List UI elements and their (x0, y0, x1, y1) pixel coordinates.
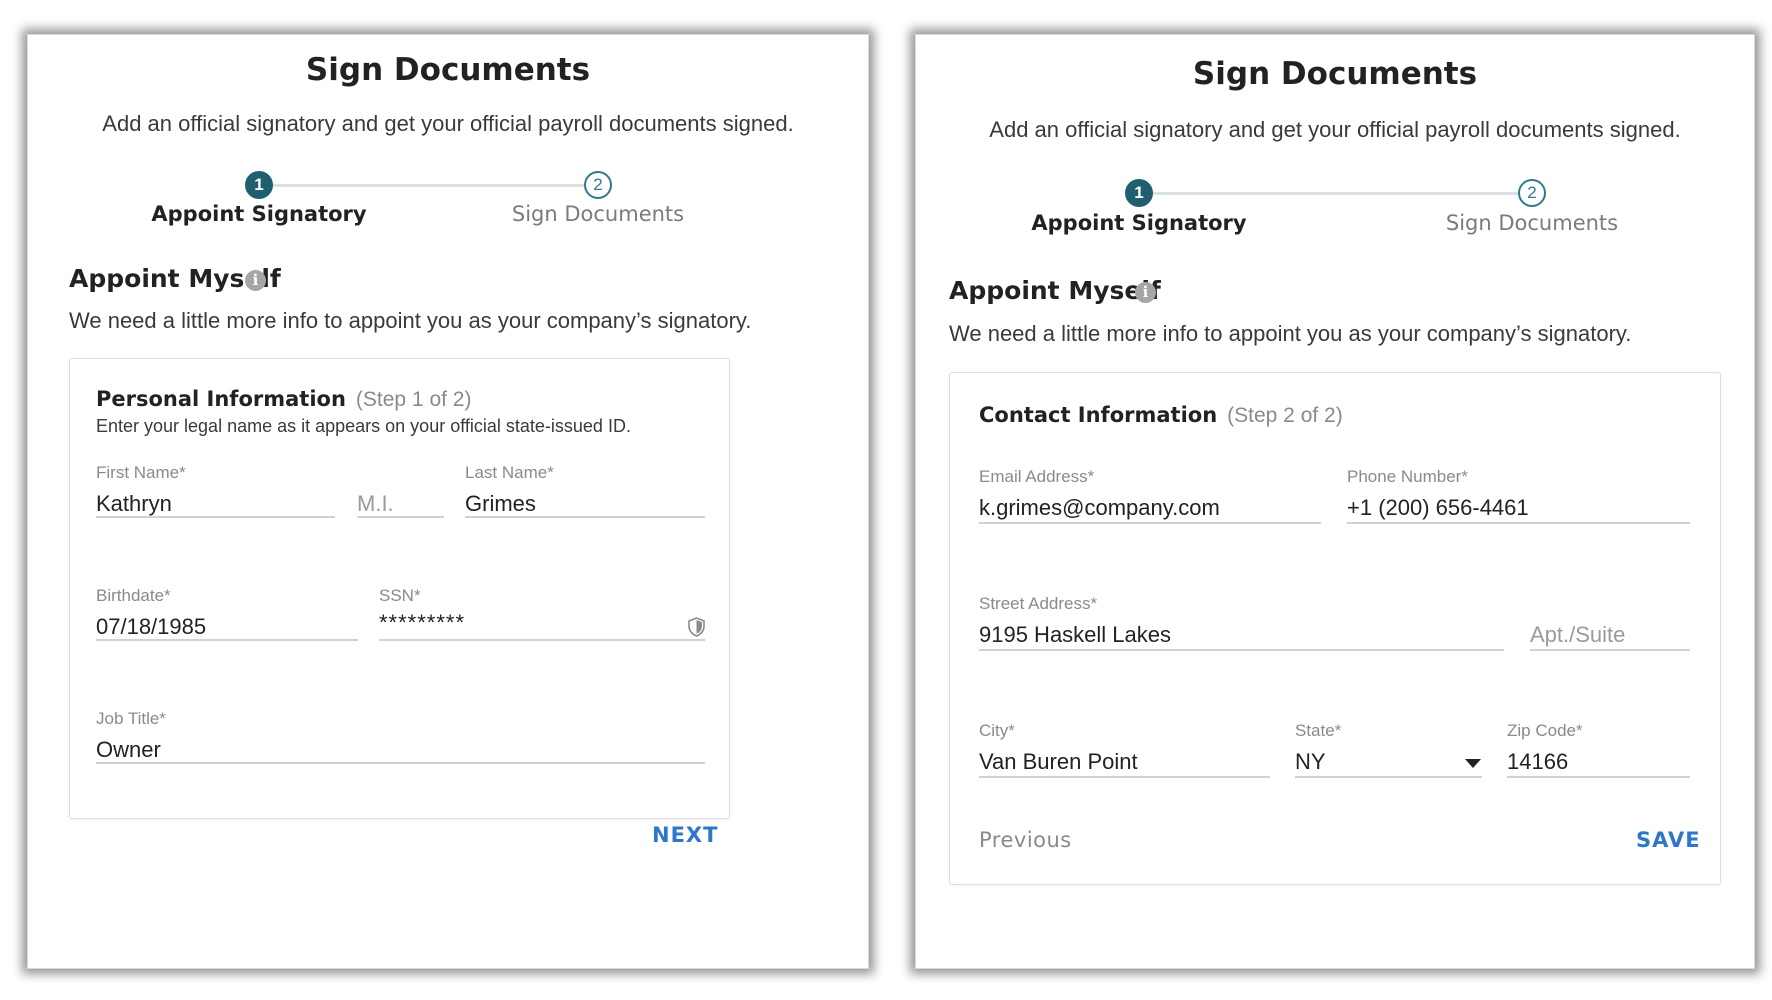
step-2-indicator: 2 (584, 171, 612, 199)
job-title-underline (96, 762, 705, 764)
job-title-field[interactable]: Job Title* Owner (96, 709, 705, 765)
phone-field[interactable]: Phone Number* +1 (200) 656-4461 (1347, 467, 1690, 525)
shield-icon (688, 617, 705, 637)
sign-documents-panel-step-1: Sign Documents Add an official signatory… (27, 34, 869, 969)
first-name-field[interactable]: First Name* Kathryn (96, 463, 335, 519)
phone-input[interactable]: +1 (200) 656-4461 (1347, 495, 1529, 521)
city-underline (979, 776, 1270, 778)
last-name-label: Last Name* (465, 463, 554, 482)
city-input[interactable]: Van Buren Point (979, 749, 1138, 775)
page-subtitle: Add an official signatory and get your o… (102, 111, 794, 136)
section-description: We need a little more info to appoint yo… (949, 321, 1632, 346)
city-label: City* (979, 721, 1015, 740)
next-button[interactable]: NEXT (652, 823, 718, 847)
apt-suite-input[interactable]: Apt./Suite (1530, 622, 1625, 648)
phone-underline (1347, 522, 1690, 524)
card-title: Contact Information (979, 403, 1218, 427)
stepper-line (1138, 192, 1532, 195)
street-address-underline (979, 649, 1504, 651)
page-title: Sign Documents (305, 52, 591, 88)
apt-suite-field[interactable]: Apt./Suite (1530, 594, 1690, 652)
zip-code-underline (1507, 776, 1690, 778)
sign-documents-panel-step-2: Sign Documents Add an official signatory… (915, 34, 1755, 969)
state-select[interactable]: State* NY (1295, 721, 1482, 779)
middle-initial-underline (357, 516, 444, 518)
step-2-indicator: 2 (1518, 179, 1546, 207)
info-icon[interactable]: i (245, 270, 266, 291)
birthdate-label: Birthdate* (96, 586, 171, 605)
street-address-input[interactable]: 9195 Haskell Lakes (979, 622, 1171, 648)
step-1-label: Appoint Signatory (151, 202, 367, 226)
section-description: We need a little more info to appoint yo… (69, 308, 752, 333)
stepper-line (259, 184, 598, 187)
email-input[interactable]: k.grimes@company.com (979, 495, 1220, 521)
card-heading: Personal Information (Step 1 of 2) (96, 387, 471, 412)
last-name-input[interactable]: Grimes (465, 491, 536, 517)
first-name-underline (96, 516, 335, 518)
save-button[interactable]: SAVE (1636, 828, 1701, 852)
ssn-underline (379, 639, 705, 641)
step-1-indicator: 1 (245, 171, 273, 199)
birthdate-field[interactable]: Birthdate* 07/18/1985 (96, 586, 358, 642)
step-1-label: Appoint Signatory (1031, 211, 1247, 235)
birthdate-input[interactable]: 07/18/1985 (96, 614, 206, 640)
zip-code-field[interactable]: Zip Code* 14166 (1507, 721, 1690, 779)
step-1-indicator: 1 (1125, 179, 1153, 207)
state-value[interactable]: NY (1295, 749, 1326, 775)
last-name-field[interactable]: Last Name* Grimes (465, 463, 705, 519)
last-name-underline (465, 516, 705, 518)
ssn-field[interactable]: SSN* ********* (379, 586, 705, 642)
zip-code-input[interactable]: 14166 (1507, 749, 1568, 775)
phone-label: Phone Number* (1347, 467, 1468, 486)
card-step-indicator: (Step 1 of 2) (355, 388, 472, 411)
street-address-field[interactable]: Street Address* 9195 Haskell Lakes (979, 594, 1504, 652)
email-field[interactable]: Email Address* k.grimes@company.com (979, 467, 1321, 525)
state-label: State* (1295, 721, 1342, 740)
section-title: Appoint Myself (949, 276, 1161, 305)
city-field[interactable]: City* Van Buren Point (979, 721, 1270, 779)
email-label: Email Address* (979, 467, 1095, 486)
caret-down-icon[interactable] (1465, 759, 1481, 768)
ssn-input[interactable]: ********* (379, 610, 465, 636)
state-underline (1295, 776, 1482, 778)
card-title: Personal Information (96, 387, 346, 411)
email-underline (979, 522, 1321, 524)
card-heading: Contact Information (Step 2 of 2) (979, 403, 1343, 428)
previous-button[interactable]: Previous (979, 828, 1072, 852)
step-2-label: Sign Documents (1445, 211, 1619, 235)
birthdate-underline (96, 639, 358, 641)
street-address-label: Street Address* (979, 594, 1098, 613)
first-name-label: First Name* (96, 463, 186, 482)
middle-initial-input[interactable]: M.I. (357, 491, 394, 517)
page-title: Sign Documents (1192, 56, 1478, 92)
personal-information-card: Personal Information (Step 1 of 2) Enter … (69, 358, 730, 847)
ssn-label: SSN* (379, 586, 421, 605)
card-step-indicator: (Step 2 of 2) (1227, 404, 1343, 427)
card-description: Enter your legal name as it appears on y… (96, 416, 631, 436)
middle-initial-field[interactable]: M.I. (357, 463, 444, 519)
job-title-input[interactable]: Owner (96, 737, 161, 763)
job-title-label: Job Title* (96, 709, 166, 728)
first-name-input[interactable]: Kathryn (96, 491, 172, 517)
contact-information-card: Contact Information (Step 2 of 2) Email A… (949, 372, 1721, 885)
zip-code-label: Zip Code* (1507, 721, 1583, 740)
info-icon[interactable]: i (1135, 282, 1156, 303)
apt-suite-underline (1530, 649, 1690, 651)
step-2-label: Sign Documents (511, 202, 685, 226)
page-subtitle: Add an official signatory and get your o… (989, 117, 1681, 142)
